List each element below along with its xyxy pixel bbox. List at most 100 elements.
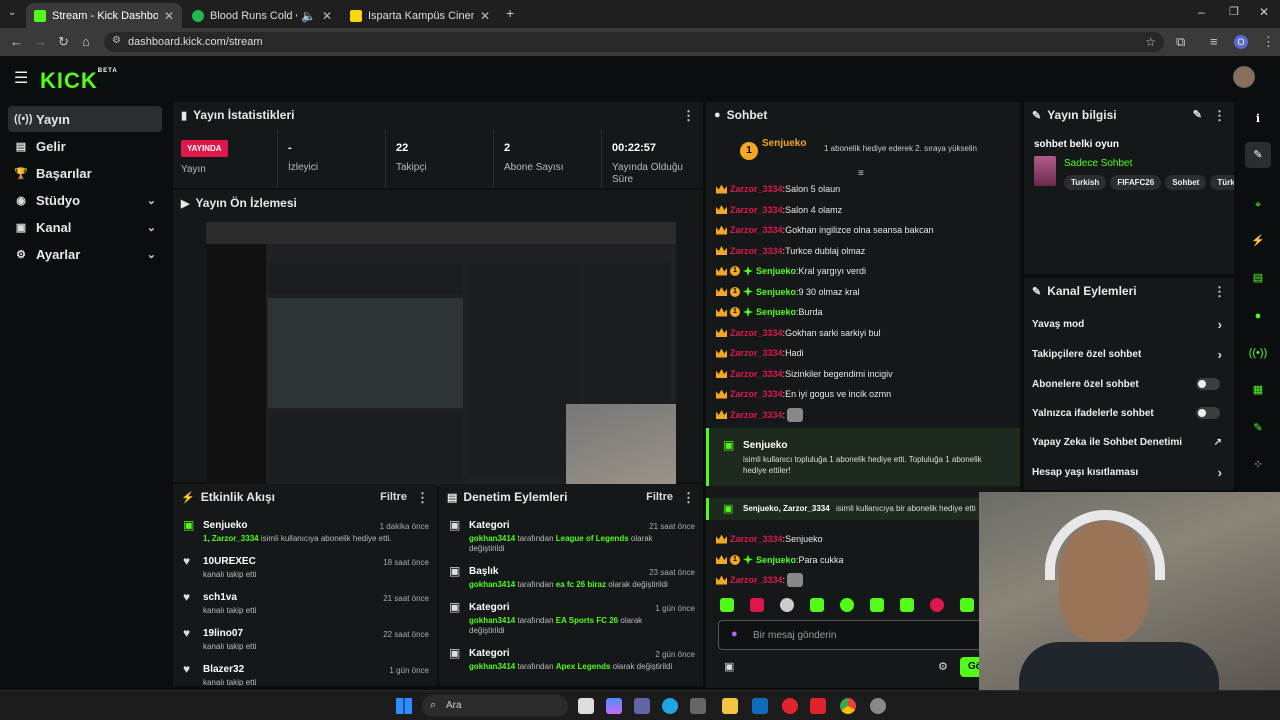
site-info-icon[interactable]: ⚙ — [112, 35, 121, 46]
copilot-icon[interactable] — [606, 698, 622, 714]
microphone-icon[interactable]: ● — [731, 628, 738, 640]
document-rail-icon[interactable]: ▤ — [1245, 265, 1271, 291]
chat-username[interactable]: Senjueko — [756, 266, 796, 276]
bolt-rail-icon[interactable]: ⚡ — [1245, 228, 1271, 254]
emote-icon[interactable] — [720, 598, 734, 612]
tab-kick-dashboard[interactable]: Stream - Kick Dashboard ✕ — [26, 3, 182, 28]
slow-mode-row[interactable]: Yavaş mod › — [1032, 314, 1226, 334]
chat-rail-icon[interactable]: ● — [1245, 303, 1271, 329]
chat-username[interactable]: Senjueko — [756, 307, 796, 317]
emote-icon[interactable] — [930, 598, 944, 612]
edit-icon[interactable]: ✎ — [1193, 108, 1202, 121]
wrench-rail-icon[interactable]: ✎ — [1245, 415, 1271, 441]
network-rail-icon[interactable]: ⁘ — [1245, 452, 1271, 478]
bookmark-star-icon[interactable]: ☆ — [1145, 35, 1156, 49]
app-icon[interactable] — [810, 698, 826, 714]
followers-only-row[interactable]: Takipçilere özel sohbet › — [1032, 344, 1226, 364]
forward-icon[interactable]: → — [34, 34, 47, 49]
file-explorer-icon[interactable] — [722, 698, 738, 714]
filter-button[interactable]: Filtre — [380, 491, 407, 503]
edge-icon[interactable] — [662, 698, 678, 714]
collapse-icon[interactable]: ≡ — [858, 168, 864, 179]
more-options-icon[interactable]: ⋮ — [1213, 284, 1226, 300]
subscribers-only-toggle[interactable] — [1196, 378, 1220, 390]
teams-icon[interactable] — [634, 698, 650, 714]
emote-only-toggle[interactable] — [1196, 407, 1220, 419]
emote-icon[interactable] — [960, 598, 974, 612]
sidebar-item-basarilar[interactable]: 🏆 Başarılar — [8, 160, 162, 186]
close-tab-icon[interactable]: ✕ — [164, 9, 174, 23]
windows-start-icon[interactable] — [396, 698, 412, 714]
stream-preview-video[interactable] — [206, 222, 676, 486]
broadcast-rail-icon[interactable]: ((•)) — [1245, 340, 1271, 366]
back-icon[interactable]: ← — [10, 34, 23, 49]
profile-avatar[interactable]: O — [1234, 35, 1248, 49]
chat-username[interactable]: Senjueko — [756, 555, 796, 565]
target-icon[interactable]: ⌖ — [1245, 192, 1271, 218]
emote-icon[interactable] — [750, 598, 764, 612]
reload-icon[interactable]: ↻ — [58, 34, 69, 50]
tab-list-chevron-icon[interactable]: ⌄ — [8, 7, 16, 18]
chat-input[interactable]: ● Bir mesaj gönderin — [718, 620, 1010, 650]
hamburger-menu-icon[interactable]: ☰ — [14, 68, 28, 88]
opera-icon[interactable] — [782, 698, 798, 714]
emote-icon[interactable] — [780, 598, 794, 612]
tab-cinema[interactable]: Isparta Kampüs Cinema Pink | N ✕ — [342, 3, 498, 28]
chat-username[interactable]: Zarzor_3334 — [730, 410, 783, 420]
browser-menu-icon[interactable]: ⋮ — [1262, 34, 1275, 50]
category-name[interactable]: Sadece Sohbet — [1064, 158, 1132, 169]
home-icon[interactable]: ⌂ — [82, 34, 90, 49]
sidebar-item-gelir[interactable]: ▤ Gelir — [8, 133, 162, 159]
more-options-icon[interactable]: ⋮ — [416, 490, 429, 506]
emote-icon[interactable] — [810, 598, 824, 612]
sidebar-item-yayin[interactable]: ((•)) Yayın — [8, 106, 162, 132]
chrome-icon[interactable] — [840, 698, 856, 714]
maximize-icon[interactable]: ❐ — [1229, 5, 1239, 18]
speaker-icon[interactable]: 🔈 — [301, 9, 316, 23]
steam-icon[interactable] — [870, 698, 886, 714]
address-bar[interactable]: ⚙ dashboard.kick.com/stream ☆ — [104, 32, 1164, 52]
sidebar-item-kanal[interactable]: ▣ Kanal ⌄ — [8, 214, 162, 240]
chat-username[interactable]: Zarzor_3334 — [730, 184, 783, 194]
tab-spotify[interactable]: Blood Runs Cold • Jedi Mind 🔈 ✕ — [184, 3, 340, 28]
pinned-user[interactable]: Senjueko — [762, 138, 806, 149]
kick-logo[interactable]: KICKBETA — [40, 68, 118, 94]
gift-shop-icon[interactable]: ▣ — [724, 660, 734, 673]
emote-icon[interactable] — [870, 598, 884, 612]
info-icon[interactable]: ℹ — [1245, 106, 1271, 132]
calendar-rail-icon[interactable]: ▦ — [1245, 377, 1271, 403]
chat-username[interactable]: Zarzor_3334 — [730, 328, 783, 338]
edit-pencil-icon[interactable]: ✎ — [1245, 142, 1271, 168]
chat-username[interactable]: Zarzor_3334 — [730, 225, 783, 235]
taskbar-search[interactable]: ⌕ Ara — [422, 695, 568, 717]
more-options-icon[interactable]: ⋮ — [682, 108, 695, 124]
task-view-icon[interactable] — [578, 698, 594, 714]
chevron-down-icon[interactable]: ⌄ — [147, 194, 156, 207]
emote-icon[interactable] — [840, 598, 854, 612]
media-control-icon[interactable]: ≡ — [1210, 34, 1218, 49]
sidebar-item-studyo[interactable]: ◉ Stüdyo ⌄ — [8, 187, 162, 213]
chat-username[interactable]: Zarzor_3334 — [730, 205, 783, 215]
chat-username[interactable]: Zarzor_3334 — [730, 246, 783, 256]
chat-settings-icon[interactable]: ⚙ — [938, 660, 948, 673]
chat-username[interactable]: Zarzor_3334 — [730, 575, 783, 585]
user-avatar[interactable] — [1233, 66, 1255, 88]
sidebar-item-ayarlar[interactable]: ⚙ Ayarlar ⌄ — [8, 241, 162, 267]
minimize-icon[interactable]: – — [1198, 5, 1205, 19]
ai-moderation-row[interactable]: Yapay Zeka ile Sohbet Denetimi ↗ — [1032, 432, 1226, 452]
chat-username[interactable]: Zarzor_3334 — [730, 369, 783, 379]
chat-username[interactable]: Zarzor_3334 — [730, 389, 783, 399]
extensions-icon[interactable]: ⧉ — [1176, 34, 1185, 50]
store-icon[interactable] — [690, 698, 706, 714]
close-window-icon[interactable]: ✕ — [1259, 5, 1269, 19]
close-tab-icon[interactable]: ✕ — [322, 9, 332, 23]
chat-username[interactable]: Senjueko — [756, 287, 796, 297]
chat-username[interactable]: Zarzor_3334 — [730, 348, 783, 358]
new-tab-icon[interactable]: + — [506, 5, 514, 21]
filter-button[interactable]: Filtre — [646, 491, 673, 503]
chat-username[interactable]: Zarzor_3334 — [730, 534, 783, 544]
chevron-down-icon[interactable]: ⌄ — [147, 248, 156, 261]
close-tab-icon[interactable]: ✕ — [480, 9, 490, 23]
emote-icon[interactable] — [900, 598, 914, 612]
chevron-down-icon[interactable]: ⌄ — [147, 221, 156, 234]
